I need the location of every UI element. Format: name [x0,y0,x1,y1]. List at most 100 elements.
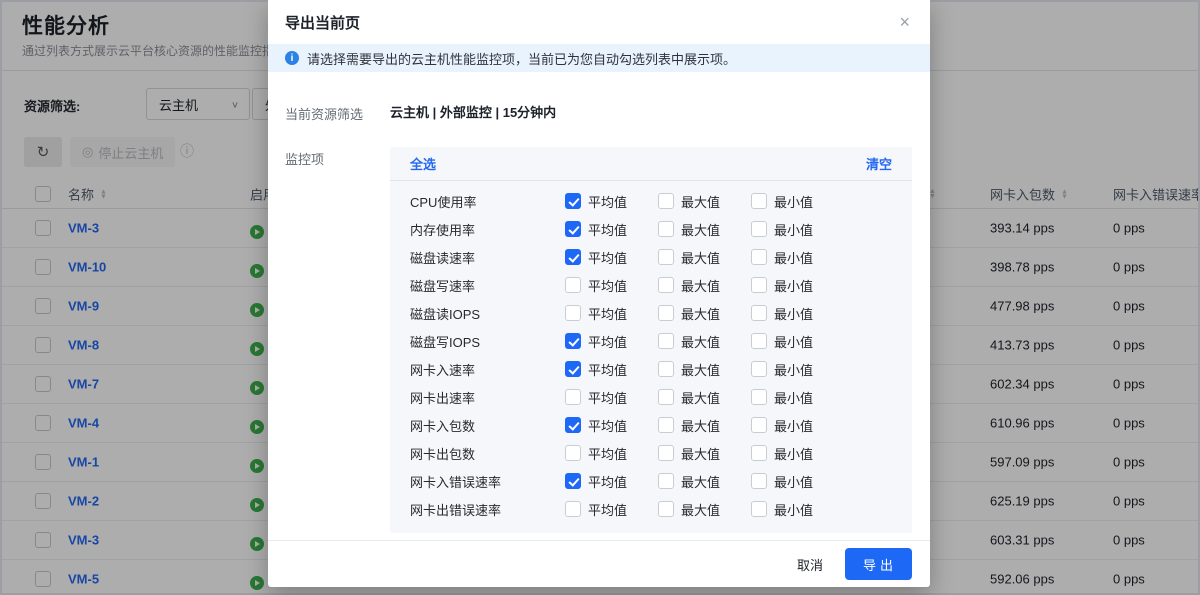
min-checkbox-group[interactable]: 最小值 [751,220,844,239]
avg-checkbox-group[interactable]: 平均值 [565,304,658,323]
avg-checkbox-group[interactable]: 平均值 [565,276,658,295]
avg-checkbox[interactable] [565,417,581,433]
monitor-item-row: 磁盘读IOPS平均值最大值最小值 [410,299,892,327]
min-checkbox-group[interactable]: 最小值 [751,416,844,435]
min-checkbox-group[interactable]: 最小值 [751,304,844,323]
checkbox-label: 最大值 [681,304,720,323]
min-checkbox-group[interactable]: 最小值 [751,276,844,295]
avg-checkbox-group[interactable]: 平均值 [565,248,658,267]
min-checkbox-group[interactable]: 最小值 [751,332,844,351]
clear-link[interactable]: 清空 [866,154,892,173]
avg-checkbox-group[interactable]: 平均值 [565,444,658,463]
monitor-item-row: 网卡出包数平均值最大值最小值 [410,439,892,467]
checkbox-label: 最大值 [681,444,720,463]
min-checkbox-group[interactable]: 最小值 [751,192,844,211]
avg-checkbox[interactable] [565,361,581,377]
min-checkbox[interactable] [751,277,767,293]
select-all-link[interactable]: 全选 [410,154,436,173]
min-checkbox[interactable] [751,249,767,265]
avg-checkbox[interactable] [565,333,581,349]
max-checkbox-group[interactable]: 最大值 [658,332,751,351]
max-checkbox[interactable] [658,193,674,209]
max-checkbox-group[interactable]: 最大值 [658,192,751,211]
max-checkbox-group[interactable]: 最大值 [658,416,751,435]
checkbox-label: 最小值 [774,500,813,519]
monitor-item-list: CPU使用率平均值最大值最小值内存使用率平均值最大值最小值磁盘读速率平均值最大值… [390,181,912,533]
monitor-item-name: 磁盘读速率 [410,248,565,267]
max-checkbox-group[interactable]: 最大值 [658,248,751,267]
close-icon[interactable]: × [899,13,910,31]
max-checkbox-group[interactable]: 最大值 [658,276,751,295]
min-checkbox-group[interactable]: 最小值 [751,388,844,407]
avg-checkbox-group[interactable]: 平均值 [565,332,658,351]
min-checkbox[interactable] [751,305,767,321]
checkbox-label: 最大值 [681,416,720,435]
max-checkbox-group[interactable]: 最大值 [658,360,751,379]
max-checkbox[interactable] [658,277,674,293]
min-checkbox[interactable] [751,221,767,237]
min-checkbox-group[interactable]: 最小值 [751,500,844,519]
monitor-item-name: 网卡入包数 [410,416,565,435]
min-checkbox[interactable] [751,361,767,377]
monitor-item-row: 网卡入速率平均值最大值最小值 [410,355,892,383]
checkbox-label: 最小值 [774,416,813,435]
avg-checkbox-group[interactable]: 平均值 [565,360,658,379]
min-checkbox-group[interactable]: 最小值 [751,360,844,379]
avg-checkbox-group[interactable]: 平均值 [565,500,658,519]
max-checkbox-group[interactable]: 最大值 [658,304,751,323]
avg-checkbox[interactable] [565,249,581,265]
avg-checkbox-group[interactable]: 平均值 [565,388,658,407]
cancel-button[interactable]: 取消 [797,555,823,574]
monitor-item-name: 网卡出错误速率 [410,500,565,519]
max-checkbox[interactable] [658,221,674,237]
max-checkbox[interactable] [658,361,674,377]
export-button[interactable]: 导出 [845,548,912,580]
modal-footer: 取消 导出 [268,540,930,587]
max-checkbox-group[interactable]: 最大值 [658,500,751,519]
min-checkbox[interactable] [751,333,767,349]
checkbox-label: 平均值 [588,220,627,239]
avg-checkbox[interactable] [565,277,581,293]
max-checkbox[interactable] [658,445,674,461]
monitor-items-row: 监控项 全选 清空 CPU使用率平均值最大值最小值内存使用率平均值最大值最小值磁… [285,147,912,533]
max-checkbox-group[interactable]: 最大值 [658,472,751,491]
avg-checkbox[interactable] [565,501,581,517]
min-checkbox[interactable] [751,417,767,433]
max-checkbox[interactable] [658,249,674,265]
min-checkbox-group[interactable]: 最小值 [751,444,844,463]
max-checkbox[interactable] [658,305,674,321]
avg-checkbox[interactable] [565,389,581,405]
avg-checkbox-group[interactable]: 平均值 [565,192,658,211]
avg-checkbox-group[interactable]: 平均值 [565,416,658,435]
monitor-item-row: CPU使用率平均值最大值最小值 [410,187,892,215]
checkbox-label: 平均值 [588,416,627,435]
max-checkbox[interactable] [658,389,674,405]
avg-checkbox-group[interactable]: 平均值 [565,220,658,239]
avg-checkbox[interactable] [565,445,581,461]
avg-checkbox[interactable] [565,473,581,489]
max-checkbox[interactable] [658,333,674,349]
min-checkbox[interactable] [751,389,767,405]
avg-checkbox[interactable] [565,221,581,237]
monitor-item-row: 网卡入包数 平均值 最大值 最小值 [410,411,892,439]
monitor-item-row: 磁盘读速率平均值最大值最小值 [410,243,892,271]
checkbox-label: 平均值 [588,192,627,211]
export-current-page-modal: 导出当前页 × i 请选择需要导出的云主机性能监控项，当前已为您自动勾选列表中展… [268,0,930,587]
max-checkbox-group[interactable]: 最大值 [658,388,751,407]
min-checkbox[interactable] [751,501,767,517]
max-checkbox[interactable] [658,473,674,489]
checkbox-label: 平均值 [588,304,627,323]
max-checkbox[interactable] [658,501,674,517]
checkbox-label: 最小值 [774,360,813,379]
max-checkbox-group[interactable]: 最大值 [658,444,751,463]
avg-checkbox-group[interactable]: 平均值 [565,472,658,491]
avg-checkbox[interactable] [565,305,581,321]
min-checkbox-group[interactable]: 最小值 [751,472,844,491]
min-checkbox[interactable] [751,193,767,209]
avg-checkbox[interactable] [565,193,581,209]
max-checkbox[interactable] [658,417,674,433]
min-checkbox[interactable] [751,445,767,461]
min-checkbox[interactable] [751,473,767,489]
max-checkbox-group[interactable]: 最大值 [658,220,751,239]
min-checkbox-group[interactable]: 最小值 [751,248,844,267]
